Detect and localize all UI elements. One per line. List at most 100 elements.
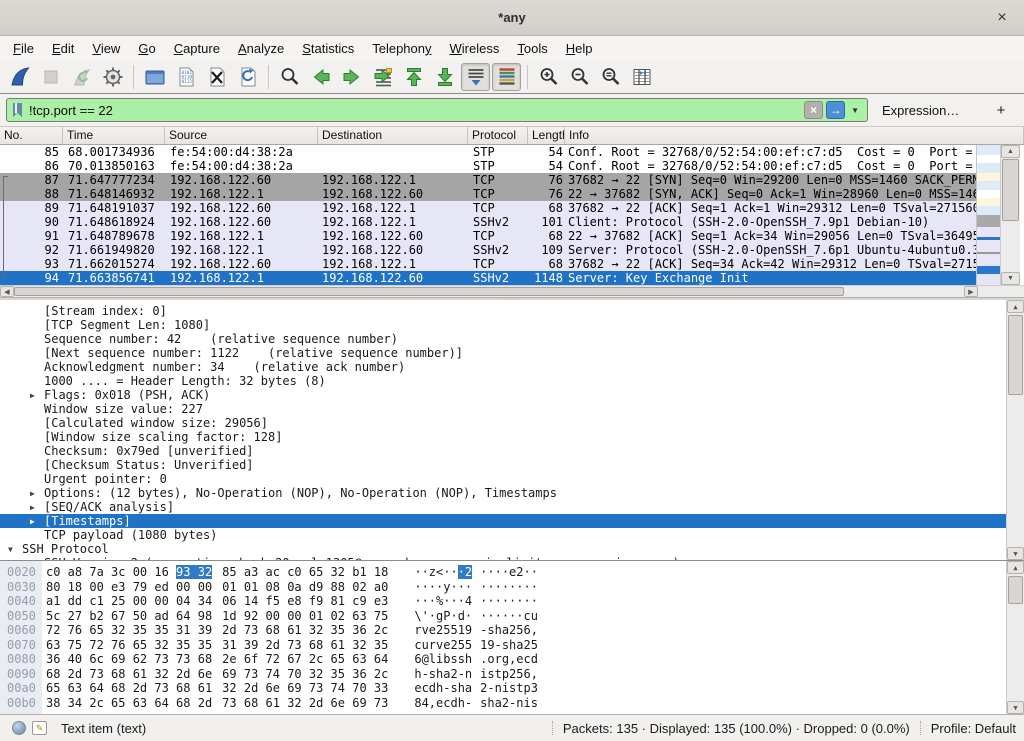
- hex-segment[interactable]: 80 18 00 e3 79 ed 00 00: [46, 580, 212, 595]
- bytes-vscrollbar[interactable]: ▲ ▼: [1006, 561, 1024, 714]
- start-capture-icon[interactable]: [5, 63, 34, 91]
- save-file-icon[interactable]: 010101100112: [171, 63, 200, 91]
- hex-segment[interactable]: a1 dd c1 25 00 00 04 34: [46, 594, 212, 609]
- hex-segment[interactable]: ··z<···2: [414, 565, 472, 580]
- detail-line[interactable]: ▶Flags: 0x018 (PSH, ACK): [0, 388, 1024, 402]
- hex-segment[interactable]: istp256,: [480, 667, 538, 682]
- stop-capture-icon[interactable]: [36, 63, 65, 91]
- hex-row[interactable]: 009068 2d 73 68 61 32 2d 6e69 73 74 70 3…: [0, 667, 1024, 682]
- detail-line[interactable]: Window size value: 227: [0, 402, 1024, 416]
- detail-line[interactable]: [Calculated window size: 29056]: [0, 416, 1024, 430]
- scrollbar-track[interactable]: [1001, 222, 1020, 272]
- hex-segment[interactable]: ecdh-sha: [414, 681, 472, 696]
- detail-line[interactable]: TCP payload (1080 bytes): [0, 528, 1024, 542]
- hex-row[interactable]: 007063 75 72 76 65 32 35 3531 39 2d 73 6…: [0, 638, 1024, 653]
- hex-segment[interactable]: 73 68 61 32 2d 6e 69 73: [222, 696, 388, 711]
- hex-row[interactable]: 006072 76 65 32 35 35 31 392d 73 68 61 3…: [0, 623, 1024, 638]
- details-vscrollbar[interactable]: ▲ ▼: [1006, 300, 1024, 560]
- hex-segment[interactable]: ······cu: [480, 609, 538, 624]
- detail-line[interactable]: [Stream index: 0]: [0, 304, 1024, 318]
- expand-arrow-icon[interactable]: ▶: [30, 389, 35, 402]
- hex-segment[interactable]: 2-nistp3: [480, 681, 538, 696]
- column-header-source[interactable]: Source: [165, 127, 318, 144]
- expert-info-icon[interactable]: [12, 721, 26, 735]
- hex-segment[interactable]: 5c 27 b2 67 50 ad 64 98: [46, 609, 212, 624]
- auto-scroll-icon[interactable]: [461, 63, 490, 91]
- hex-segment[interactable]: 72 76 65 32 35 35 31 39: [46, 623, 212, 638]
- expression-button[interactable]: Expression…: [882, 103, 959, 118]
- detail-line[interactable]: Urgent pointer: 0: [0, 472, 1024, 486]
- scroll-right-icon[interactable]: ▶: [964, 286, 978, 297]
- restart-capture-icon[interactable]: [67, 63, 96, 91]
- hex-segment[interactable]: 85 a3 ac c0 65 32 b1 18: [222, 565, 388, 580]
- resize-columns-icon[interactable]: [627, 63, 656, 91]
- detail-line[interactable]: Sequence number: 42 (relative sequence n…: [0, 332, 1024, 346]
- menu-go[interactable]: Go: [129, 39, 164, 58]
- scrollbar-thumb[interactable]: [1002, 159, 1019, 221]
- hex-segment[interactable]: 1d 92 00 00 01 02 63 75: [222, 609, 388, 624]
- hex-segment[interactable]: h-sha2-n: [414, 667, 472, 682]
- hex-segment[interactable]: ····y···: [414, 580, 472, 595]
- packet-row[interactable]: 9471.663856741192.168.122.1192.168.122.6…: [0, 271, 976, 285]
- detail-line[interactable]: ▶[Timestamps]: [0, 514, 1024, 528]
- intelligent-scrollbar-minimap[interactable]: [976, 145, 1000, 285]
- open-file-icon[interactable]: [140, 63, 169, 91]
- go-forward-icon[interactable]: [337, 63, 366, 91]
- go-to-top-icon[interactable]: [399, 63, 428, 91]
- menu-telephony[interactable]: Telephony: [363, 39, 440, 58]
- scroll-up-icon[interactable]: ▲: [1007, 300, 1024, 313]
- hex-segment[interactable]: 2d 73 68 61 32 35 36 2c: [222, 623, 388, 638]
- column-header-destination[interactable]: Destination: [318, 127, 468, 144]
- column-header-length[interactable]: Length: [528, 127, 565, 144]
- hex-row[interactable]: 00a065 63 64 68 2d 73 68 6132 2d 6e 69 7…: [0, 681, 1024, 696]
- scroll-down-icon[interactable]: ▼: [1001, 272, 1020, 285]
- column-header-time[interactable]: Time: [63, 127, 165, 144]
- close-file-icon[interactable]: [202, 63, 231, 91]
- hex-segment[interactable]: rve25519: [414, 623, 472, 638]
- hscrollbar-track[interactable]: [844, 286, 964, 297]
- hex-segment[interactable]: 69 73 74 70 32 35 36 2c: [222, 667, 388, 682]
- hex-segment[interactable]: sha2-nis: [480, 696, 538, 711]
- menu-file[interactable]: File: [4, 39, 43, 58]
- menu-statistics[interactable]: Statistics: [293, 39, 363, 58]
- column-header-no[interactable]: No.: [0, 127, 63, 144]
- go-to-bottom-icon[interactable]: [430, 63, 459, 91]
- hex-segment[interactable]: 2e 6f 72 67 2c 65 63 64: [222, 652, 388, 667]
- detail-line[interactable]: ▼SSH Protocol: [0, 542, 1024, 556]
- menu-wireless[interactable]: Wireless: [441, 39, 509, 58]
- colorize-icon[interactable]: [492, 63, 521, 91]
- hscrollbar-thumb[interactable]: [14, 287, 844, 296]
- hex-segment[interactable]: ········: [480, 580, 538, 595]
- hex-row[interactable]: 00b038 34 2c 65 63 64 68 2d73 68 61 32 2…: [0, 696, 1024, 711]
- hex-row[interactable]: 0040a1 dd c1 25 00 00 04 3406 14 f5 e8 f…: [0, 594, 1024, 609]
- zoom-out-icon[interactable]: [565, 63, 594, 91]
- hex-segment[interactable]: ········: [480, 594, 538, 609]
- hex-segment[interactable]: .org,ecd: [480, 652, 538, 667]
- hex-segment[interactable]: \'·gP·d·: [414, 609, 472, 624]
- zoom-in-icon[interactable]: [534, 63, 563, 91]
- packet-list-vscrollbar[interactable]: ▲ ▼: [1000, 145, 1020, 285]
- scrollbar-track[interactable]: [1007, 396, 1024, 547]
- menu-tools[interactable]: Tools: [508, 39, 556, 58]
- scrollbar-thumb[interactable]: [1008, 315, 1023, 395]
- scroll-down-icon[interactable]: ▼: [1007, 701, 1024, 714]
- expand-arrow-icon[interactable]: ▶: [30, 501, 35, 514]
- hex-segment[interactable]: c0 a8 7a 3c 00 16 93 32: [46, 565, 212, 580]
- scrollbar-track[interactable]: [1007, 605, 1024, 701]
- packet-row[interactable]: 8568.001734936fe:54:00:d4:38:2aSTP54Conf…: [0, 145, 976, 159]
- packet-row[interactable]: 8871.648146932192.168.122.1192.168.122.6…: [0, 187, 976, 201]
- menu-capture[interactable]: Capture: [165, 39, 229, 58]
- detail-line[interactable]: ▶[SEQ/ACK analysis]: [0, 500, 1024, 514]
- collapse-arrow-icon[interactable]: ▼: [8, 543, 13, 556]
- hex-segment[interactable]: 63 75 72 76 65 32 35 35: [46, 638, 212, 653]
- hex-row[interactable]: 003080 18 00 e3 79 ed 00 0001 01 08 0a d…: [0, 580, 1024, 595]
- scrollbar-thumb[interactable]: [1008, 576, 1023, 604]
- close-icon[interactable]: ×: [992, 8, 1012, 28]
- detail-line[interactable]: [Checksum Status: Unverified]: [0, 458, 1024, 472]
- filter-clear-icon[interactable]: ×: [804, 101, 823, 119]
- packet-row[interactable]: 9371.662015274192.168.122.60192.168.122.…: [0, 257, 976, 271]
- detail-line[interactable]: [TCP Segment Len: 1080]: [0, 318, 1024, 332]
- detail-line[interactable]: Checksum: 0x79ed [unverified]: [0, 444, 1024, 458]
- hex-segment[interactable]: 68 2d 73 68 61 32 2d 6e: [46, 667, 212, 682]
- column-header-info[interactable]: Info: [565, 127, 1024, 144]
